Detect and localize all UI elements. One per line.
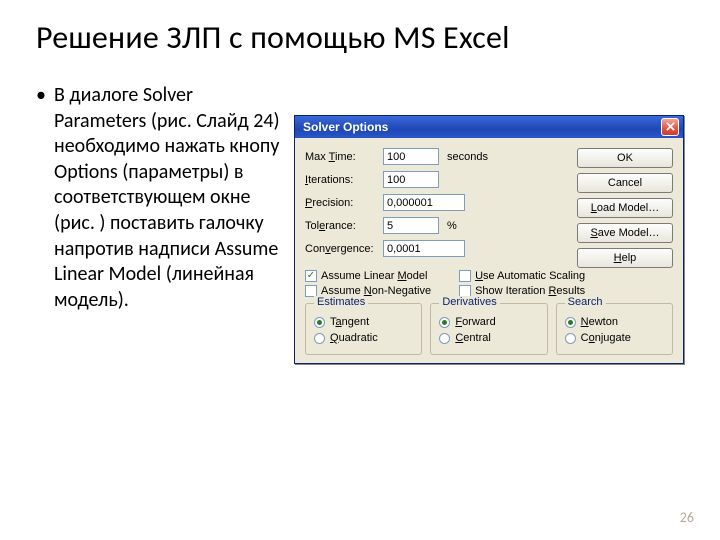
checkbox-col-right: Use Automatic Scaling Show Iteration Res… [459,270,585,297]
radio-icon [439,317,450,328]
max-time-unit: seconds [445,151,489,163]
fields-and-buttons: Max Time: seconds Iterations: Precision [305,148,673,268]
derivatives-group: Derivatives Forward Central [430,303,547,355]
tolerance-unit: % [445,220,489,232]
max-time-label: Max Time: [305,151,377,163]
radio-icon [439,333,450,344]
search-legend: Search [565,296,606,308]
tangent-radio[interactable]: Tangent [314,316,413,328]
solver-options-dialog: Solver Options Max Time: seco [294,115,684,364]
close-button[interactable] [661,118,679,136]
radio-icon [565,333,576,344]
iterations-row: Iterations: [305,171,569,188]
assume-linear-model-checkbox[interactable]: ✓ Assume Linear Model [305,270,431,282]
quadratic-radio[interactable]: Quadratic [314,332,413,344]
bullet-dot: • [36,83,54,313]
max-time-row: Max Time: seconds [305,148,569,165]
tolerance-input[interactable] [383,217,439,234]
dialog-column: Solver Options Max Time: seco [294,83,684,364]
ok-button[interactable]: OK [577,148,673,168]
tolerance-label: Tolerance: [305,220,377,232]
convergence-input[interactable] [383,240,465,257]
conjugate-radio[interactable]: Conjugate [565,332,664,344]
radio-icon [565,317,576,328]
bullet-text: В диалоге Solver Parameters (рис. Слайд … [54,83,286,313]
tolerance-row: Tolerance: % [305,217,569,234]
estimates-legend: Estimates [314,296,368,308]
close-icon [666,120,675,134]
central-radio[interactable]: Central [439,332,538,344]
derivatives-legend: Derivatives [439,296,499,308]
bullet-item: • В диалоге Solver Parameters (рис. Слай… [36,83,286,313]
convergence-label: Convergence: [305,243,377,255]
cancel-button[interactable]: Cancel [577,173,673,193]
slide: Решение ЗЛП с помощью MS Excel • В диало… [0,0,720,540]
dialog-body: Max Time: seconds Iterations: Precision [295,138,683,363]
forward-radio[interactable]: Forward [439,316,538,328]
checkbox-area: ✓ Assume Linear Model Assume Non-Negativ… [305,270,673,297]
radio-icon [314,317,325,328]
precision-input[interactable] [383,194,465,211]
checkbox-col-left: ✓ Assume Linear Model Assume Non-Negativ… [305,270,431,297]
radio-icon [314,333,325,344]
estimates-group: Estimates Tangent Quadratic [305,303,422,355]
iterations-label: Iterations: [305,174,377,186]
page-number: 26 [680,509,694,526]
checkbox-icon [459,270,471,282]
dialog-titlebar: Solver Options [295,116,683,138]
max-time-input[interactable] [383,148,439,165]
dialog-title-text: Solver Options [303,120,661,134]
load-model-button[interactable]: Load Model… [577,198,673,218]
newton-radio[interactable]: Newton [565,316,664,328]
slide-title: Решение ЗЛП с помощью MS Excel [36,18,684,57]
buttons-column: OK Cancel Load Model… Save Model… Help [577,148,673,268]
checkbox-icon: ✓ [305,270,317,282]
search-group: Search Newton Conjugate [556,303,673,355]
text-column: • В диалоге Solver Parameters (рис. Слай… [36,83,294,313]
radio-groups: Estimates Tangent Quadratic Deriv [305,303,673,355]
convergence-row: Convergence: [305,240,569,257]
precision-label: Precision: [305,197,377,209]
precision-row: Precision: [305,194,569,211]
fields-column: Max Time: seconds Iterations: Precision [305,148,569,268]
save-model-button[interactable]: Save Model… [577,223,673,243]
help-button[interactable]: Help [577,248,673,268]
iterations-input[interactable] [383,171,439,188]
content-row: • В диалоге Solver Parameters (рис. Слай… [36,83,684,364]
auto-scaling-checkbox[interactable]: Use Automatic Scaling [459,270,585,282]
